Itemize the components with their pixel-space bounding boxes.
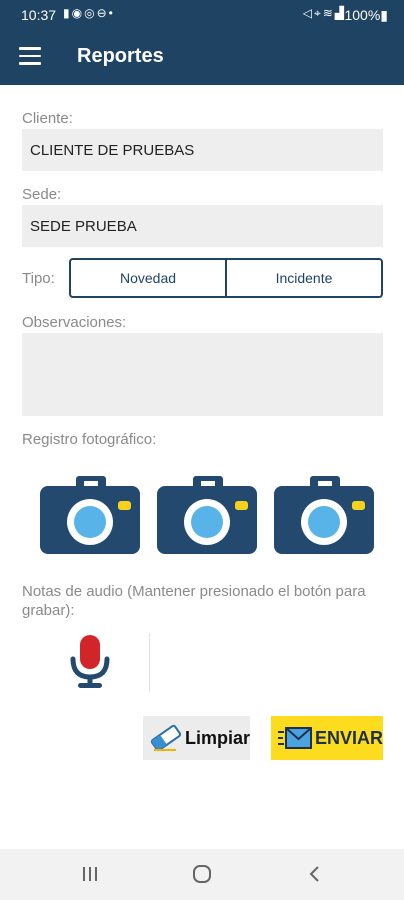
observaciones-label: Observaciones: [22,314,127,331]
observaciones-field[interactable] [22,333,383,416]
battery-indicator: 100%▮ [344,7,388,23]
sede-label: Sede: [22,186,62,203]
camera-button-2[interactable] [157,474,257,554]
microphone-record-button[interactable] [68,633,112,691]
camera-button-1[interactable] [40,474,140,554]
registro-fotografico-label: Registro fotográfico: [22,431,157,448]
wifi-icon: ≋ [322,6,335,20]
notification-dot-icon: • [108,6,115,20]
limpiar-label: Limpiar [185,727,251,748]
menu-icon[interactable] [19,47,41,65]
tipo-label: Tipo: [22,270,55,287]
whatsapp-icon: ◎ [84,6,97,20]
send-mail-icon [278,727,312,749]
camera-icon [274,476,374,554]
enviar-button[interactable]: ENVIAR [271,716,383,760]
audio-divider [149,633,150,691]
status-bar: 10:37 ▮◉◎⊖• ◁⌖≋▟ 100%▮ [0,0,404,30]
system-navigation-bar [0,849,404,900]
tipo-option-novedad[interactable]: Novedad [71,260,225,296]
tipo-segmented-control: Novedad Incidente [69,258,383,298]
limpiar-button[interactable]: Limpiar [143,716,250,760]
home-icon[interactable] [190,863,214,885]
status-left-icons: ▮◉◎⊖• [63,6,115,20]
mute-icon: ◁ [302,6,314,20]
audio-notes-label: Notas de audio (Mantener presionado el b… [22,583,366,619]
sede-field[interactable]: SEDE PRUEBA [22,205,383,247]
app-bar: Reportes [0,30,404,85]
battery-icon: ▮ [380,7,388,23]
status-time: 10:37 [21,7,57,23]
sim-card-icon: ▮ [63,6,72,20]
camera-icon [157,476,257,554]
enviar-label: ENVIAR [315,727,384,748]
tipo-option-incidente[interactable]: Incidente [225,260,381,296]
location-icon: ⌖ [313,6,323,20]
back-icon[interactable] [303,863,327,885]
cliente-field[interactable]: CLIENTE DE PRUEBAS [22,129,383,171]
status-right-icons: ◁⌖≋▟ [303,6,346,21]
facebook-messenger-icon: ◉ [71,6,85,20]
eraser-icon [150,724,182,752]
microphone-icon [70,635,110,688]
recent-apps-icon[interactable] [78,863,102,885]
cliente-label: Cliente: [22,110,73,127]
do-not-disturb-icon: ⊖ [96,6,109,20]
camera-button-3[interactable] [274,474,374,554]
page-title: Reportes [77,45,164,67]
camera-icon [40,476,140,554]
